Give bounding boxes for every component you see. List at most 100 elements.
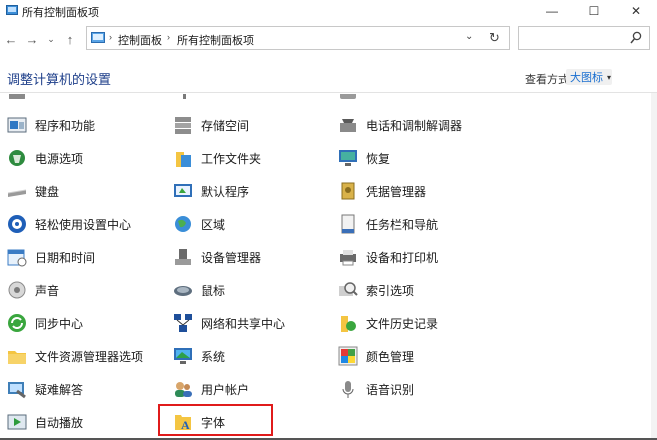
- control-panel-icon: [6, 5, 18, 15]
- ease-of-access-icon: [7, 214, 27, 234]
- item-label: 存储空间: [201, 118, 250, 133]
- item-label: 电话和调制解调器: [366, 118, 463, 133]
- date-time-icon: [7, 247, 27, 267]
- item-troubleshooting[interactable]: 疑难解答: [7, 377, 83, 401]
- back-button[interactable]: ←: [2, 30, 20, 48]
- item-sync-center[interactable]: 同步中心: [7, 311, 83, 335]
- address-dropdown-icon[interactable]: ⌄: [465, 31, 473, 42]
- item-network-sharing[interactable]: 网络和共享中心: [173, 311, 285, 335]
- item-taskbar-navigation[interactable]: 任务栏和导航: [338, 212, 438, 236]
- item-indexing-options[interactable]: 索引选项: [338, 278, 414, 302]
- color-management-icon: [338, 346, 358, 366]
- sound-speaker-icon: [7, 280, 27, 300]
- item-region[interactable]: 区域: [173, 212, 225, 236]
- item-devices-printers[interactable]: 设备和打印机: [338, 245, 438, 269]
- breadcrumb-separator: ›: [109, 32, 112, 42]
- item-label: 电源选项: [35, 151, 84, 166]
- control-panel-icon: [91, 32, 105, 43]
- partial-item-icon: [8, 91, 26, 99]
- item-label: 语音识别: [366, 382, 415, 397]
- view-by-dropdown[interactable]: 大图标 ▾: [566, 69, 612, 85]
- item-keyboard[interactable]: 键盘: [7, 179, 59, 203]
- search-box[interactable]: [518, 26, 650, 50]
- item-label: 鼠标: [201, 283, 226, 298]
- microphone-icon: [338, 379, 358, 399]
- troubleshooting-icon: [7, 379, 27, 399]
- breadcrumb-separator: ›: [167, 32, 170, 42]
- item-label: 自动播放: [35, 415, 84, 430]
- item-default-programs[interactable]: 默认程序: [173, 179, 249, 203]
- search-icon[interactable]: [630, 31, 642, 45]
- minimize-icon: —: [546, 4, 558, 18]
- item-date-time[interactable]: 日期和时间: [7, 245, 95, 269]
- item-storage-spaces[interactable]: 存储空间: [173, 113, 249, 137]
- vertical-scrollbar[interactable]: [651, 93, 657, 440]
- system-monitor-icon: [173, 346, 193, 366]
- item-recovery[interactable]: 恢复: [338, 146, 390, 170]
- sync-center-icon: [7, 313, 27, 333]
- region-globe-icon: [173, 214, 193, 234]
- indexing-options-icon: [338, 280, 358, 300]
- item-autoplay[interactable]: 自动播放: [7, 410, 83, 434]
- partial-item-icon: [339, 91, 357, 99]
- search-input[interactable]: [523, 30, 627, 48]
- item-power-options[interactable]: 电源选项: [7, 146, 83, 170]
- item-label: 设备管理器: [201, 250, 262, 265]
- item-phone-modem[interactable]: 电话和调制解调器: [338, 113, 462, 137]
- storage-spaces-icon: [173, 115, 193, 135]
- breadcrumb-all-items[interactable]: 所有控制面板项: [177, 32, 254, 48]
- item-file-history[interactable]: 文件历史记录: [338, 311, 438, 335]
- item-sound[interactable]: 声音: [7, 278, 59, 302]
- devices-printers-icon: [338, 247, 358, 267]
- divider: [0, 92, 657, 93]
- item-label: 疑难解答: [35, 382, 84, 397]
- item-label: 凭据管理器: [366, 184, 427, 199]
- page-title: 调整计算机的设置: [7, 72, 112, 87]
- item-programs-features[interactable]: 程序和功能: [7, 113, 95, 137]
- title-bar: 所有控制面板项 — ☐ ✕: [0, 0, 657, 22]
- item-fonts[interactable]: A 字体: [173, 410, 225, 434]
- item-label: 同步中心: [35, 316, 84, 331]
- view-by-value: 大图标: [570, 72, 603, 84]
- network-sharing-icon: [173, 313, 193, 333]
- item-credential-manager[interactable]: 凭据管理器: [338, 179, 426, 203]
- maximize-icon: ☐: [588, 4, 600, 18]
- item-user-accounts[interactable]: 用户帐户: [173, 377, 249, 401]
- chevron-down-icon: ▾: [607, 72, 612, 82]
- up-button[interactable]: ↑: [61, 30, 79, 48]
- item-device-manager[interactable]: 设备管理器: [173, 245, 261, 269]
- item-label: 文件历史记录: [366, 316, 439, 331]
- item-file-explorer-options[interactable]: 文件资源管理器选项: [7, 344, 143, 368]
- item-ease-of-access[interactable]: 轻松使用设置中心: [7, 212, 131, 236]
- item-label: 索引选项: [366, 283, 415, 298]
- item-label: 轻松使用设置中心: [35, 217, 132, 232]
- device-manager-icon: [173, 247, 193, 267]
- phone-modem-icon: [338, 115, 358, 135]
- close-button[interactable]: ✕: [616, 0, 656, 22]
- breadcrumb-control-panel[interactable]: 控制面板: [118, 32, 162, 48]
- close-icon: ✕: [630, 4, 642, 18]
- recent-locations-button[interactable]: ⌄: [42, 30, 60, 48]
- svg-text:A: A: [181, 418, 190, 432]
- item-label: 键盘: [35, 184, 60, 199]
- address-bar[interactable]: › 控制面板 › 所有控制面板项 ⌄ ↻: [86, 26, 510, 50]
- item-label: 恢复: [366, 151, 391, 166]
- arrow-left-icon: ←: [4, 31, 18, 47]
- minimize-button[interactable]: —: [532, 0, 572, 22]
- item-label: 用户帐户: [201, 382, 250, 397]
- item-work-folders[interactable]: 工作文件夹: [173, 146, 261, 170]
- item-label: 任务栏和导航: [366, 217, 439, 232]
- programs-features-icon: [7, 115, 27, 135]
- item-mouse[interactable]: 鼠标: [173, 278, 225, 302]
- item-label: 设备和打印机: [366, 250, 439, 265]
- fonts-icon: A: [173, 412, 193, 432]
- refresh-icon[interactable]: ↻: [489, 30, 500, 46]
- item-speech-recognition[interactable]: 语音识别: [338, 377, 414, 401]
- item-label: 颜色管理: [366, 349, 415, 364]
- taskbar-navigation-icon: [338, 214, 358, 234]
- item-color-management[interactable]: 颜色管理: [338, 344, 414, 368]
- power-options-icon: [7, 148, 27, 168]
- item-system[interactable]: 系统: [173, 344, 225, 368]
- forward-button[interactable]: →: [23, 30, 41, 48]
- maximize-button[interactable]: ☐: [574, 0, 614, 22]
